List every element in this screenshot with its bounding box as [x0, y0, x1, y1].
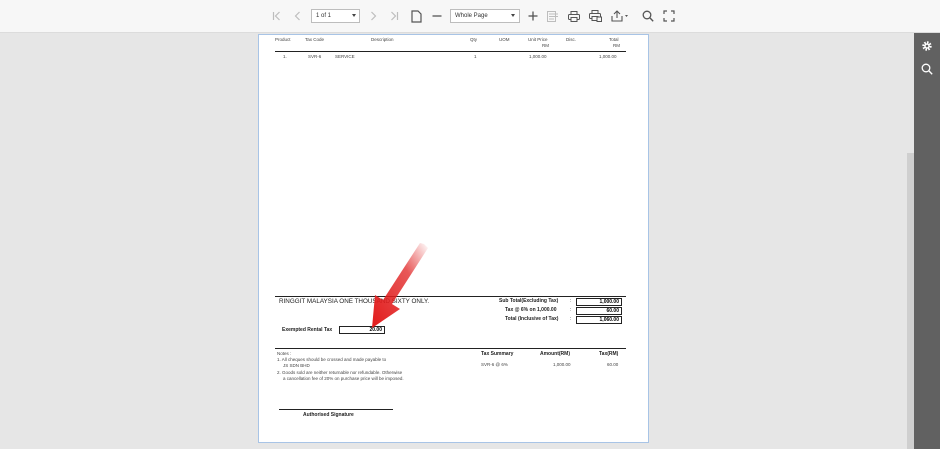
printer-icon: [568, 10, 580, 22]
fullscreen-icon: [663, 10, 675, 22]
total-label: Total (Inclusive of Tax): [505, 316, 559, 322]
tax-summary-code: SVR-6 @ 6%: [481, 362, 508, 367]
signature-label: Authorised Signature: [303, 412, 354, 418]
subtotal-value: 1,000.00: [576, 298, 622, 306]
print-button[interactable]: [567, 7, 581, 25]
tax-label: Tax @ 6% on 1,000.00: [505, 307, 557, 313]
subtotal-label: Sub Total(Excluding Tax): [499, 298, 559, 304]
report-viewer-toolbar: 1 of 1 Whole Page: [0, 0, 940, 33]
notes-line-1: 1. All cheques should be crossed and mad…: [277, 357, 387, 362]
report-page: Product Tax Code Description Qty UOM Uni…: [258, 34, 649, 443]
row-total: 1,000.00: [599, 54, 617, 59]
header-product: Product: [275, 37, 291, 42]
minus-icon: [432, 15, 442, 17]
header-disc: Disc.: [566, 37, 576, 42]
signature-line: [279, 409, 393, 410]
header-qty: Qty: [470, 37, 478, 42]
page-icon: [410, 9, 422, 23]
tax-summary-header: Tax Summary: [481, 351, 514, 357]
first-page-icon: [272, 11, 280, 21]
row-unit-price: 1,000.00: [529, 54, 547, 59]
document-map-icon: [547, 10, 558, 22]
header-divider: [275, 51, 626, 52]
zoom-in-button[interactable]: [526, 7, 539, 25]
document-map-button[interactable]: [546, 7, 560, 25]
notes-line-3: 2. Goods sold are neither returnable nor…: [277, 370, 403, 375]
vertical-scrollbar[interactable]: [907, 153, 914, 449]
previous-page-button[interactable]: [292, 7, 304, 25]
print-page-icon: [589, 10, 602, 22]
row-number: 1.: [283, 54, 287, 59]
header-unit-price: Unit Price: [528, 37, 548, 42]
tax-summary-amount-header: Amount(RM): [540, 351, 570, 357]
header-total-currency: RM: [613, 43, 620, 48]
header-description: Description: [371, 37, 394, 42]
header-total: Total: [609, 37, 619, 42]
search-icon: [921, 63, 933, 75]
settings-button[interactable]: [921, 39, 933, 51]
subtotal-colon: :: [570, 298, 572, 304]
notes-line-2: JS SDN BHD: [283, 363, 310, 368]
search-icon: [642, 10, 654, 22]
zoom-out-button[interactable]: [430, 7, 444, 25]
chevron-right-icon: [371, 11, 377, 21]
search-button[interactable]: [641, 7, 655, 25]
notes-divider: [275, 348, 626, 349]
fullscreen-button[interactable]: [662, 7, 676, 25]
single-page-button[interactable]: [409, 7, 423, 25]
export-icon: [611, 10, 628, 22]
gear-icon: [922, 41, 932, 51]
zoom-select[interactable]: Whole Page: [450, 9, 520, 23]
tax-summary-amount: 1,000.00: [553, 362, 571, 367]
sidebar-search-button[interactable]: [921, 62, 933, 75]
total-value: 1,060.00: [576, 316, 622, 324]
header-uom: UOM: [499, 37, 510, 42]
red-arrow-annotation: [372, 243, 428, 328]
chevron-down-icon: [352, 14, 356, 17]
tax-colon: :: [570, 307, 572, 313]
row-tax-code: SVR-6: [308, 54, 322, 59]
exempted-rental-tax-label: Exempted Rental Tax: [282, 327, 333, 333]
summary-divider: [275, 296, 626, 297]
page-indicator: 1 of 1: [316, 13, 332, 19]
zoom-level: Whole Page: [455, 13, 488, 19]
plus-icon: [528, 11, 537, 21]
last-page-button[interactable]: [388, 7, 400, 25]
row-description: SERVICE: [335, 54, 355, 59]
first-page-button[interactable]: [271, 7, 283, 25]
next-page-button[interactable]: [367, 7, 379, 25]
tax-summary-tax: 60.00: [607, 362, 619, 367]
notes-line-4: a cancellation fee of 20% on purchase pr…: [283, 376, 404, 381]
export-button[interactable]: [610, 7, 630, 25]
row-qty: 1: [474, 54, 477, 59]
chevron-left-icon: [294, 11, 300, 21]
print-page-button[interactable]: [588, 7, 603, 25]
tax-value: 60.00: [576, 307, 622, 315]
page-number-select[interactable]: 1 of 1: [311, 9, 360, 23]
chevron-down-icon: [511, 14, 515, 17]
last-page-icon: [391, 11, 399, 21]
header-unit-price-currency: RM: [542, 43, 549, 48]
right-sidebar: [914, 33, 940, 449]
notes-title: Notes :: [277, 351, 292, 356]
header-tax-code: Tax Code: [305, 37, 325, 42]
total-colon: :: [570, 316, 572, 322]
tax-summary-tax-header: Tax(RM): [599, 351, 619, 357]
